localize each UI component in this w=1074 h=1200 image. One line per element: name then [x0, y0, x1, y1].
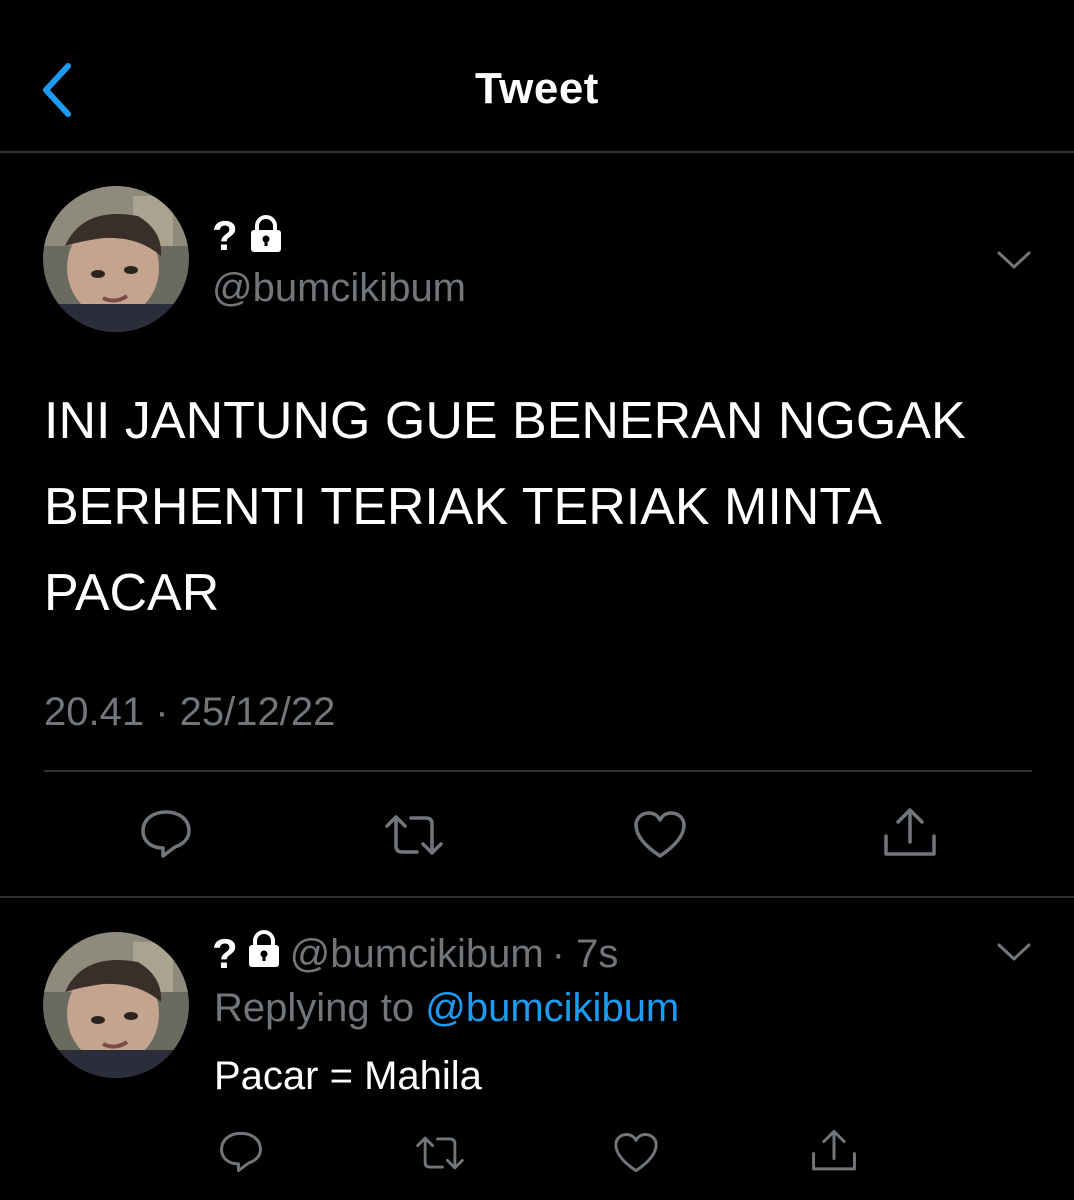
- retweet-icon: [416, 1136, 464, 1170]
- reply-share-button[interactable]: [810, 1128, 858, 1179]
- tweet-options-button[interactable]: [996, 248, 1032, 277]
- like-icon: [634, 811, 686, 858]
- author-name-row: ?: [212, 212, 284, 260]
- tweet-text-line: INI JANTUNG GUE BENERAN NGGAK: [44, 392, 966, 450]
- tweet-text-line: PACAR: [44, 564, 220, 622]
- author-handle[interactable]: @bumcikibum: [212, 266, 466, 311]
- chevron-down-icon: [997, 943, 1031, 961]
- divider: [44, 770, 1032, 772]
- reply-display-name[interactable]: ?: [212, 930, 238, 978]
- tweet-timestamp[interactable]: 20.41 · 25/12/22: [44, 690, 335, 735]
- thread-divider: [0, 896, 1074, 898]
- reply-header: ? @bumcikibum · 7s: [212, 930, 618, 978]
- replying-to-label: Replying to: [214, 986, 415, 1030]
- share-icon: [884, 808, 936, 856]
- lock-icon: [246, 930, 282, 978]
- avatar[interactable]: [43, 186, 189, 332]
- like-button[interactable]: [632, 810, 688, 865]
- reply-handle[interactable]: @bumcikibum: [290, 932, 544, 977]
- share-button[interactable]: [882, 806, 938, 865]
- display-name[interactable]: ?: [212, 212, 238, 260]
- page-title: Tweet: [475, 64, 599, 113]
- reply-retweet-button[interactable]: [414, 1134, 466, 1177]
- reply-text: Pacar = Mahila: [214, 1054, 482, 1098]
- reply-options-button[interactable]: [996, 940, 1032, 969]
- reply-like-button[interactable]: [612, 1132, 660, 1179]
- replying-to: Replying to @bumcikibum: [214, 986, 679, 1031]
- reply-button[interactable]: [139, 808, 193, 865]
- top-bar: Tweet: [0, 0, 1074, 153]
- tweet-text-line: BERHENTI TERIAK TERIAK MINTA: [44, 478, 882, 536]
- reply-icon: [220, 1131, 262, 1173]
- retweet-icon: [385, 815, 443, 855]
- replying-to-link[interactable]: @bumcikibum: [425, 986, 679, 1030]
- chevron-down-icon: [997, 251, 1031, 269]
- lock-icon: [248, 214, 284, 258]
- share-icon: [812, 1129, 856, 1171]
- retweet-button[interactable]: [383, 812, 445, 863]
- like-icon: [614, 1133, 658, 1173]
- reply-icon: [141, 810, 191, 858]
- reply-avatar[interactable]: [43, 932, 189, 1078]
- tweet-text: INI JANTUNG GUE BENERAN NGGAK BERHENTI T…: [44, 378, 1034, 636]
- reply-time: · 7s: [551, 931, 619, 976]
- reply-reply-button[interactable]: [218, 1130, 264, 1179]
